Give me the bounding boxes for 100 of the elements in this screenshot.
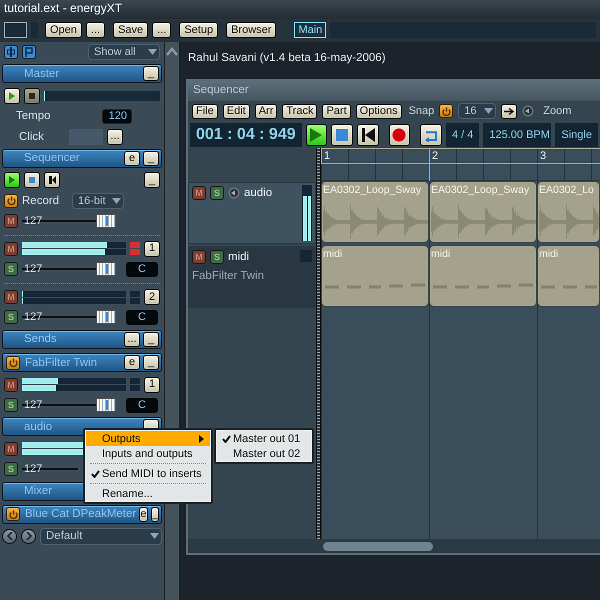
flag-icon[interactable] xyxy=(22,45,36,59)
menu-button[interactable]: Arr xyxy=(254,104,278,118)
toolbar-button[interactable]: Setup xyxy=(179,22,218,38)
section-header[interactable]: Sends ... _ xyxy=(2,330,162,349)
volume-slider[interactable]: 127 xyxy=(22,398,116,412)
header-button[interactable]: _ xyxy=(143,332,159,347)
channel-button[interactable]: 1 xyxy=(144,376,160,393)
flag-glyph-icon xyxy=(25,47,33,57)
play-button[interactable] xyxy=(4,88,20,104)
section-header[interactable]: FabFilter Twin e _ xyxy=(2,353,162,372)
header-button[interactable]: e xyxy=(124,355,140,370)
window-title: Sequencer xyxy=(188,81,600,101)
tempo-display[interactable]: 125.00 BPM xyxy=(483,122,552,146)
arrow-glyph-icon xyxy=(504,108,514,114)
section-title: audio xyxy=(23,420,52,433)
power-icon[interactable] xyxy=(6,507,20,522)
volume-slider[interactable]: 127 xyxy=(22,310,116,324)
toolbar-button[interactable]: Browser xyxy=(226,22,276,38)
menu-item-label: Master out 02 xyxy=(233,448,300,460)
section-header[interactable]: Sequencer e _ xyxy=(2,148,162,168)
play-icon xyxy=(8,176,16,184)
field-label: Record xyxy=(22,194,60,207)
menu-button[interactable]: Edit xyxy=(222,104,250,118)
rewind-icon xyxy=(360,128,375,142)
rewind-button[interactable] xyxy=(356,124,379,146)
speaker-icon[interactable] xyxy=(522,105,534,117)
volume-slider[interactable]: 127 xyxy=(22,262,116,276)
track-header[interactable]: M S audio xyxy=(188,182,316,244)
slider-thumb[interactable] xyxy=(96,310,116,324)
preset-dropdown[interactable]: Default xyxy=(40,528,162,545)
toolbar-button[interactable]: Save xyxy=(113,22,148,38)
menu-item[interactable]: Outputs xyxy=(86,431,210,446)
menu-item[interactable]: Master out 02 xyxy=(217,446,311,461)
snap-label: Snap xyxy=(408,105,434,117)
loop-button[interactable] xyxy=(420,124,442,146)
slider-thumb[interactable] xyxy=(96,262,116,276)
browse-button[interactable]: ... xyxy=(107,128,123,145)
menu-button[interactable]: Track xyxy=(282,104,318,118)
menu-item[interactable]: Master out 01 xyxy=(217,431,311,446)
stop-button[interactable] xyxy=(331,124,353,146)
section-header[interactable]: Master _ xyxy=(2,64,162,84)
record-button[interactable] xyxy=(388,124,410,146)
record-icon xyxy=(392,128,406,142)
play-button[interactable] xyxy=(306,124,328,146)
play-button[interactable] xyxy=(4,172,20,188)
slider-thumb[interactable] xyxy=(96,398,116,412)
header-button[interactable]: _ xyxy=(143,355,159,370)
key-display: C xyxy=(126,262,158,277)
header-button[interactable]: ... xyxy=(124,332,140,347)
value-display[interactable]: 120 xyxy=(102,108,132,124)
credit-text: Rahul Savani (v1.4 beta 16-may-2006) xyxy=(187,51,387,66)
toolbar-button[interactable]: Open xyxy=(45,22,82,38)
rewind-icon xyxy=(48,176,56,184)
menu-button[interactable]: Options xyxy=(356,104,402,118)
signature-display[interactable]: 4 / 4 xyxy=(446,122,480,146)
caret-icon xyxy=(484,108,494,114)
menu-button[interactable]: Part xyxy=(322,104,351,118)
slider-thumb[interactable] xyxy=(96,214,116,228)
input-field[interactable] xyxy=(4,22,27,38)
arrow-right-icon[interactable] xyxy=(501,104,518,118)
key-display: C xyxy=(126,398,158,413)
section-title: Sequencer xyxy=(23,152,80,164)
field-label: Tempo xyxy=(16,110,52,122)
power-icon[interactable] xyxy=(4,194,18,208)
channel-button[interactable]: 1 xyxy=(144,240,160,257)
window-title: tutorial.ext - energyXT xyxy=(4,1,122,15)
main-tab[interactable]: Main xyxy=(294,22,326,38)
toolbar-button[interactable]: ... xyxy=(152,22,172,38)
check-icon xyxy=(90,470,100,478)
menu-button[interactable]: File xyxy=(192,104,218,118)
menu-item[interactable]: Inputs and outputs xyxy=(86,446,210,461)
header-button[interactable]: e xyxy=(124,150,140,166)
snap-dropdown[interactable]: 16 xyxy=(458,103,496,119)
channel-button[interactable]: 2 xyxy=(144,289,160,306)
power-icon[interactable] xyxy=(439,104,454,118)
rewind-button[interactable] xyxy=(44,172,60,188)
header-button[interactable]: _ xyxy=(143,150,159,166)
speaker-icon[interactable] xyxy=(228,187,240,199)
stop-button[interactable] xyxy=(24,88,40,104)
toolbar-button[interactable]: ... xyxy=(86,22,106,38)
filter-dropdown[interactable]: Show all xyxy=(88,44,160,60)
caret-icon xyxy=(150,533,159,540)
track-name: midi xyxy=(228,251,250,263)
split-icon[interactable] xyxy=(4,45,18,59)
format-dropdown[interactable]: 16-bit xyxy=(72,192,124,209)
clip-name: EA0302_Loop_Sway xyxy=(431,184,530,196)
header-button[interactable]: e xyxy=(139,506,148,522)
power-icon[interactable] xyxy=(6,356,20,370)
play-icon xyxy=(309,128,324,142)
menu-item[interactable]: Send MIDI to inserts xyxy=(86,466,210,481)
header-button[interactable]: _ xyxy=(143,66,159,82)
volume-slider[interactable]: 127 xyxy=(22,214,116,228)
mode-display[interactable]: Single xyxy=(555,122,598,146)
stop-button[interactable] xyxy=(24,172,40,188)
menu-item-label: Inputs and outputs xyxy=(102,448,194,460)
stop-icon xyxy=(335,128,350,142)
field-label: Click xyxy=(19,130,45,143)
play-icon xyxy=(8,92,16,100)
clip-name: midi xyxy=(431,248,452,260)
collapse-button[interactable]: _ xyxy=(144,172,160,188)
